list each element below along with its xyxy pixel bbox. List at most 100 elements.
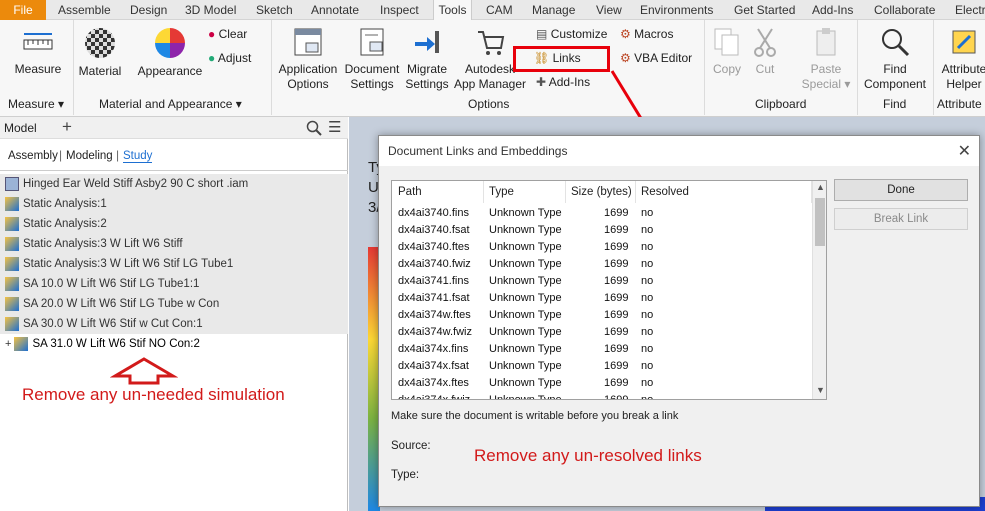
study-icon (5, 296, 19, 311)
vba-editor-icon: ⚙ (620, 51, 631, 65)
link-row[interactable]: dx4ai374x.fins Unknown Type 1699 no (392, 341, 812, 358)
link-row[interactable]: dx4ai3740.fsat Unknown Type 1699 no (392, 222, 812, 239)
attribute-helper-button[interactable]: Attribute Helper (936, 26, 985, 92)
menu-icon[interactable]: ☰ (328, 118, 341, 136)
tab-environments[interactable]: Environments (640, 0, 713, 20)
link-row[interactable]: dx4ai374w.ftes Unknown Type 1699 no (392, 307, 812, 324)
macros-button[interactable]: ⚙ Macros (620, 27, 673, 41)
tab-collaborate[interactable]: Collaborate (874, 0, 935, 20)
link-row[interactable]: dx4ai3741.fsat Unknown Type 1699 no (392, 290, 812, 307)
tab-tools[interactable]: Tools (433, 0, 472, 21)
link-cell-type: Unknown Type (489, 360, 562, 372)
column-header-path[interactable]: Path (392, 181, 484, 203)
tab-modeling[interactable]: Modeling (66, 150, 113, 162)
appearance-button[interactable]: Appearance (134, 26, 206, 79)
tab-assemble[interactable]: Assemble (58, 0, 111, 20)
magnifier-icon (882, 29, 910, 57)
tree-item-label: SA 30.0 W Lift W6 Stif w Cut Con:1 (23, 318, 203, 330)
clear-button[interactable]: ● Clear (208, 27, 247, 41)
add-panel-icon[interactable]: + (62, 117, 72, 137)
tree-item-static-analysis-3-lg[interactable]: Static Analysis:3 W Lift W6 Stif LG Tube… (0, 254, 348, 274)
material-button[interactable]: Material (76, 26, 124, 79)
link-cell-type: Unknown Type (489, 241, 562, 253)
search-icon[interactable] (306, 120, 322, 136)
link-row[interactable]: dx4ai3740.fins Unknown Type 1699 no (392, 205, 812, 222)
link-cell-size: 1699 (604, 377, 629, 389)
scroll-down-icon[interactable]: ▼ (816, 385, 825, 395)
link-row[interactable]: dx4ai3740.ftes Unknown Type 1699 no (392, 239, 812, 256)
measure-button[interactable]: Measure (8, 28, 68, 77)
tab-electromechanical[interactable]: Electr (955, 0, 985, 20)
cut-button[interactable]: Cut (748, 26, 782, 77)
tab-inspect[interactable]: Inspect (380, 0, 419, 20)
measure-group-label[interactable]: Measure ▾ (8, 97, 64, 111)
done-button[interactable]: Done (834, 179, 968, 201)
scrollbar-thumb[interactable] (815, 198, 825, 246)
tab-get-started[interactable]: Get Started (734, 0, 795, 20)
link-row[interactable]: dx4ai3740.fwiz Unknown Type 1699 no (392, 256, 812, 273)
tree-item-sa-30[interactable]: SA 30.0 W Lift W6 Stif w Cut Con:1 (0, 314, 348, 334)
tab-annotate[interactable]: Annotate (311, 0, 359, 20)
link-row[interactable]: dx4ai374x.ftes Unknown Type 1699 no (392, 375, 812, 392)
tree-item-static-analysis-2[interactable]: Static Analysis:2 (0, 214, 348, 234)
tab-manage[interactable]: Manage (532, 0, 575, 20)
link-cell-size: 1699 (604, 207, 629, 219)
cut-label: Cut (755, 62, 775, 76)
tab-sketch[interactable]: Sketch (256, 0, 293, 20)
tab-3d-model[interactable]: 3D Model (185, 0, 236, 20)
link-cell-size: 1699 (604, 275, 629, 287)
link-cell-resolved: no (641, 309, 654, 321)
link-cell-resolved: no (641, 207, 654, 219)
material-appearance-group-label[interactable]: Material and Appearance ▾ (99, 97, 242, 111)
tab-assembly[interactable]: Assembly (8, 150, 58, 162)
link-cell-size: 1699 (604, 241, 629, 253)
paste-special-button[interactable]: Paste Special ▾ (800, 26, 852, 92)
column-header-type[interactable]: Type (484, 181, 566, 203)
link-cell-type: Unknown Type (489, 224, 562, 236)
customize-button[interactable]: ▤ Customize (536, 27, 607, 41)
adjust-button[interactable]: ● Adjust (208, 51, 251, 65)
tree-item-sa-20[interactable]: SA 20.0 W Lift W6 Stif LG Tube w Con (0, 294, 348, 314)
find-component-label-1: Find (883, 62, 907, 76)
link-row[interactable]: dx4ai374x.fsat Unknown Type 1699 no (392, 358, 812, 375)
tree-item-sa-10[interactable]: SA 10.0 W Lift W6 Stif LG Tube1:1 (0, 274, 348, 294)
column-header-resolved[interactable]: Resolved (636, 181, 812, 203)
expand-icon[interactable]: + (5, 338, 11, 350)
attribute-helper-icon (952, 30, 976, 54)
vba-editor-button[interactable]: ⚙ VBA Editor (620, 51, 692, 65)
tab-design[interactable]: Design (130, 0, 167, 20)
tree-item-assembly-root[interactable]: Hinged Ear Weld Stiff Asby2 90 C short .… (0, 174, 348, 194)
tree-item-static-analysis-3[interactable]: Static Analysis:3 W Lift W6 Stiff (0, 234, 348, 254)
simulation-annotation: Remove any un-needed simulation (22, 385, 285, 404)
attribute-helper-label-1: Attribute (941, 62, 985, 76)
find-component-button[interactable]: Find Component (860, 26, 930, 92)
tab-view[interactable]: View (596, 0, 622, 20)
link-cell-resolved: no (641, 377, 654, 389)
column-header-size[interactable]: Size (bytes) (566, 181, 636, 203)
links-list[interactable]: Path Type Size (bytes) Resolved dx4ai374… (391, 180, 827, 400)
tree-item-static-analysis-1[interactable]: Static Analysis:1 (0, 194, 348, 214)
copy-button[interactable]: Copy (708, 26, 746, 77)
application-options-button[interactable]: Application Options (276, 26, 340, 92)
document-settings-button[interactable]: Document Settings (342, 26, 402, 92)
migrate-settings-button[interactable]: Migrate Settings (404, 26, 450, 92)
study-icon (5, 196, 19, 211)
scroll-up-icon[interactable]: ▲ (816, 182, 825, 192)
tab-study[interactable]: Study (123, 150, 153, 163)
close-icon[interactable]: ✕ (958, 141, 971, 161)
autodesk-app-label-2: App Manager (453, 77, 527, 91)
study-icon (5, 216, 19, 231)
panel-title[interactable]: Model (4, 121, 37, 135)
link-row[interactable]: dx4ai374w.fwiz Unknown Type 1699 no (392, 324, 812, 341)
link-row[interactable]: dx4ai374x.fwiz Unknown Type 1699 no (392, 392, 812, 399)
link-cell-size: 1699 (604, 326, 629, 338)
break-link-button[interactable]: Break Link (834, 208, 968, 230)
tree-item-label: SA 20.0 W Lift W6 Stif LG Tube w Con (23, 298, 220, 310)
tab-cam[interactable]: CAM (486, 0, 513, 20)
vertical-scrollbar[interactable]: ▲ ▼ (812, 181, 826, 399)
tab-add-ins[interactable]: Add-Ins (812, 0, 853, 20)
tree-item-sa-31[interactable]: + SA 31.0 W Lift W6 Stif NO Con:2 (0, 334, 348, 354)
panel-header: Model + ☰ (0, 117, 348, 139)
tab-file[interactable]: File (0, 0, 46, 20)
link-row[interactable]: dx4ai3741.fins Unknown Type 1699 no (392, 273, 812, 290)
